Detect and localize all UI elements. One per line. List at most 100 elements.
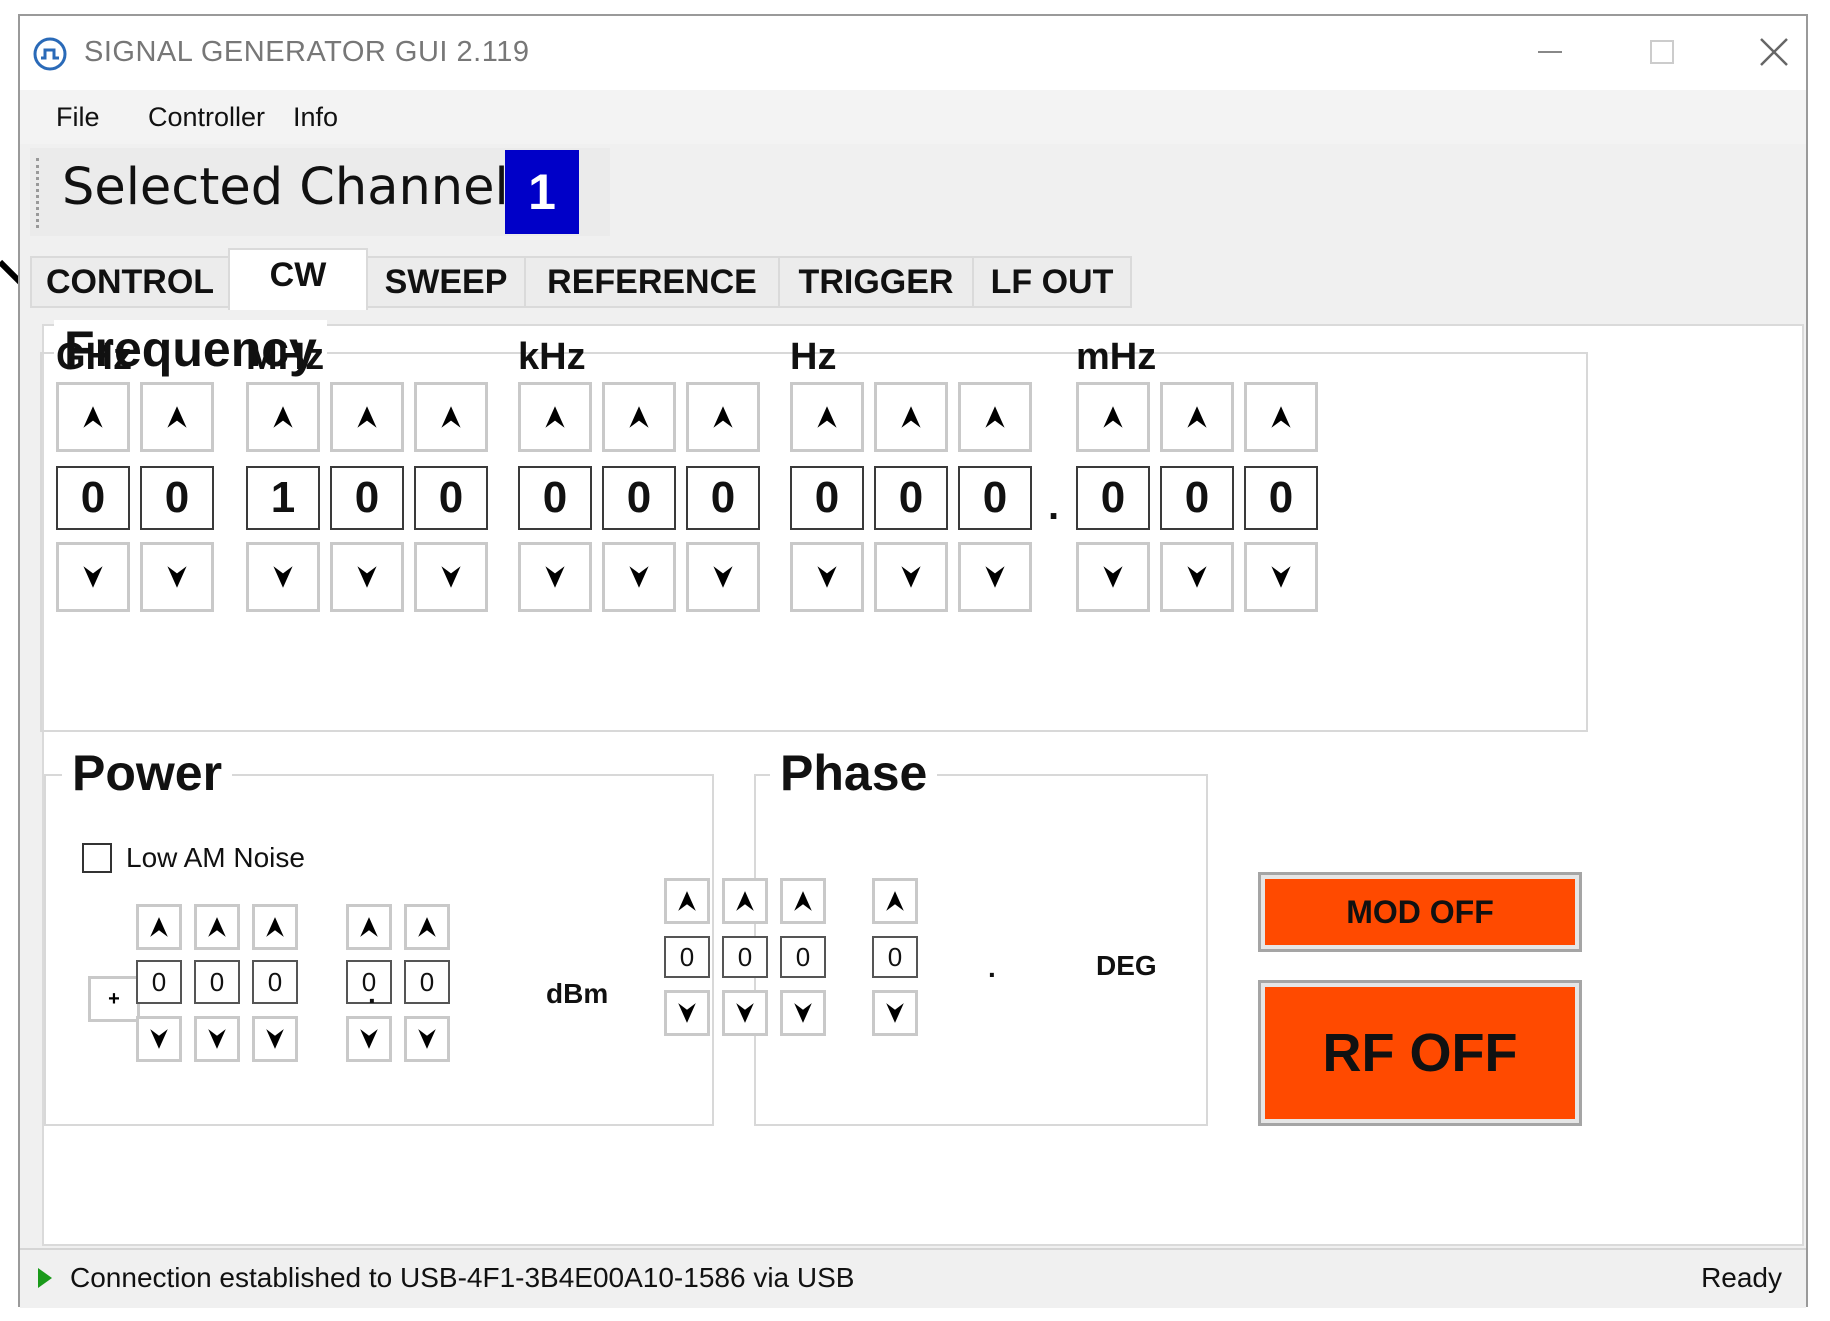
power-digit[interactable]: 0	[404, 960, 450, 1004]
menu-file[interactable]: File	[56, 102, 100, 133]
power-down-button[interactable]	[346, 1016, 392, 1062]
frequency-up-button[interactable]	[686, 382, 760, 452]
frequency-down-button[interactable]	[874, 542, 948, 612]
phase-down-button[interactable]	[722, 990, 768, 1036]
tab-sweep[interactable]: SWEEP	[366, 256, 526, 308]
power-down-button[interactable]	[404, 1016, 450, 1062]
frequency-digit[interactable]: 0	[1160, 466, 1234, 530]
phase-up-button[interactable]	[872, 878, 918, 924]
frequency-up-button[interactable]	[414, 382, 488, 452]
phase-up-button[interactable]	[780, 878, 826, 924]
frequency-digit[interactable]: 0	[518, 466, 592, 530]
frequency-up-button[interactable]	[1076, 382, 1150, 452]
tab-cw[interactable]: CW	[228, 248, 368, 310]
phase-down-button[interactable]	[780, 990, 826, 1036]
arrow-down-icon	[266, 1029, 284, 1049]
frequency-up-button[interactable]	[140, 382, 214, 452]
frequency-down-button[interactable]	[686, 542, 760, 612]
arrow-up-icon	[1271, 406, 1291, 428]
frequency-digit[interactable]: 0	[414, 466, 488, 530]
low-am-noise-label: Low AM Noise	[126, 842, 305, 873]
frequency-up-button[interactable]	[958, 382, 1032, 452]
power-sign-button[interactable]: +	[88, 976, 140, 1022]
phase-digit[interactable]: 0	[780, 936, 826, 978]
frequency-down-button[interactable]	[246, 542, 320, 612]
arrow-down-icon	[167, 566, 187, 588]
power-up-button[interactable]	[194, 904, 240, 950]
phase-down-button[interactable]	[872, 990, 918, 1036]
arrow-up-icon	[886, 891, 904, 911]
power-up-button[interactable]	[252, 904, 298, 950]
arrow-up-icon	[441, 406, 461, 428]
power-digit[interactable]: 0	[194, 960, 240, 1004]
frequency-down-button[interactable]	[958, 542, 1032, 612]
close-button[interactable]	[1744, 26, 1804, 78]
frequency-digit[interactable]: 0	[330, 466, 404, 530]
frequency-digit[interactable]: 0	[602, 466, 676, 530]
rf-off-button[interactable]: RF OFF	[1258, 980, 1582, 1126]
menu-bar: File Controller Info	[20, 90, 1806, 144]
frequency-digit[interactable]: 0	[790, 466, 864, 530]
frequency-decimal-point: .	[1048, 484, 1060, 528]
maximize-button[interactable]	[1632, 26, 1692, 78]
frequency-digit[interactable]: 0	[1244, 466, 1318, 530]
frequency-up-button[interactable]	[874, 382, 948, 452]
menu-info[interactable]: Info	[293, 102, 338, 133]
status-state: Ready	[1701, 1262, 1782, 1293]
minimize-button[interactable]	[1520, 26, 1580, 78]
power-up-button[interactable]	[136, 904, 182, 950]
frequency-up-button[interactable]	[1244, 382, 1318, 452]
frequency-up-button[interactable]	[246, 382, 320, 452]
frequency-digit[interactable]: 0	[874, 466, 948, 530]
phase-down-button[interactable]	[664, 990, 710, 1036]
frequency-digit[interactable]: 0	[1076, 466, 1150, 530]
frequency-digit[interactable]: 0	[686, 466, 760, 530]
phase-up-button[interactable]	[722, 878, 768, 924]
frequency-down-button[interactable]	[140, 542, 214, 612]
frequency-up-button[interactable]	[602, 382, 676, 452]
frequency-down-button[interactable]	[56, 542, 130, 612]
frequency-up-button[interactable]	[1160, 382, 1234, 452]
frequency-digit[interactable]: 0	[56, 466, 130, 530]
frequency-down-button[interactable]	[330, 542, 404, 612]
frequency-down-button[interactable]	[1160, 542, 1234, 612]
power-up-button[interactable]	[404, 904, 450, 950]
frequency-up-button[interactable]	[518, 382, 592, 452]
frequency-down-button[interactable]	[414, 542, 488, 612]
tab-trigger[interactable]: TRIGGER	[778, 256, 974, 308]
power-down-button[interactable]	[194, 1016, 240, 1062]
frequency-down-button[interactable]	[790, 542, 864, 612]
power-down-button[interactable]	[252, 1016, 298, 1062]
power-digit[interactable]: 0	[252, 960, 298, 1004]
power-digit[interactable]: 0	[136, 960, 182, 1004]
frequency-up-button[interactable]	[790, 382, 864, 452]
menu-controller[interactable]: Controller	[148, 102, 265, 133]
frequency-down-button[interactable]	[1244, 542, 1318, 612]
frequency-down-button[interactable]	[518, 542, 592, 612]
toolbar-grip[interactable]	[36, 158, 43, 228]
frequency-digit[interactable]: 1	[246, 466, 320, 530]
frequency-up-button[interactable]	[56, 382, 130, 452]
power-unit: dBm	[546, 978, 609, 1009]
title-bar[interactable]: SIGNAL GENERATOR GUI 2.119	[20, 16, 1806, 90]
mod-off-button[interactable]: MOD OFF	[1258, 872, 1582, 952]
phase-digit[interactable]: 0	[872, 936, 918, 978]
tab-control[interactable]: CONTROL	[30, 256, 230, 308]
power-down-button[interactable]	[136, 1016, 182, 1062]
phase-up-button[interactable]	[664, 878, 710, 924]
arrow-down-icon	[441, 566, 461, 588]
power-up-button[interactable]	[346, 904, 392, 950]
phase-digit[interactable]: 0	[664, 936, 710, 978]
arrow-down-icon	[83, 566, 103, 588]
frequency-down-button[interactable]	[1076, 542, 1150, 612]
frequency-digit[interactable]: 0	[140, 466, 214, 530]
status-bar: Connection established to USB-4F1-3B4E00…	[20, 1248, 1806, 1308]
frequency-digit[interactable]: 0	[958, 466, 1032, 530]
frequency-up-button[interactable]	[330, 382, 404, 452]
selected-channel-value[interactable]: 1	[505, 150, 579, 234]
tab-lf-out[interactable]: LF OUT	[972, 256, 1132, 308]
phase-digit[interactable]: 0	[722, 936, 768, 978]
frequency-down-button[interactable]	[602, 542, 676, 612]
low-am-noise-checkbox[interactable]	[82, 843, 112, 873]
tab-reference[interactable]: REFERENCE	[524, 256, 780, 308]
